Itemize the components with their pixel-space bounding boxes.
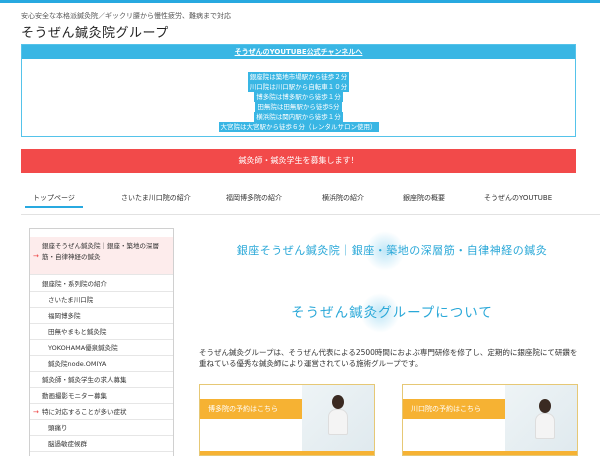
sidebar-item-monitor[interactable]: 動画撮影モニター募集	[30, 389, 173, 404]
staff-photo	[302, 385, 374, 455]
nav-item-yokohama[interactable]: 横浜院の紹介	[322, 188, 364, 208]
kawaguchi-reservation-card[interactable]: 川口院の予約はこちら	[402, 384, 578, 456]
arrow-right-icon: →	[33, 408, 39, 416]
staff-photo	[505, 385, 577, 455]
youtube-channel-link[interactable]: そうぜんのYOUTUBE公式チャンネルへ	[22, 45, 575, 59]
sidebar-item-headache[interactable]: 頭痛り	[30, 421, 173, 436]
recruit-banner[interactable]: 鍼灸師・鍼灸学生を募集します！	[21, 149, 576, 173]
sidebar-item-tanashi[interactable]: 田無やまもと鍼灸院	[30, 325, 173, 340]
site-title[interactable]: そうぜん鍼灸院グループ	[21, 22, 169, 41]
nav-divider	[21, 214, 600, 215]
top-accent-bar	[0, 0, 600, 3]
access-list: 銀座院は築地市場駅から徒歩２分 川口院は川口駅から自転車１０分 博多院は博多駅か…	[22, 69, 575, 132]
sidebar-item-ginza-top[interactable]: → 銀座そうぜん鍼灸院｜銀座・築地の深層筋・自律神経の鍼灸	[30, 237, 173, 275]
sidebar-item-symptoms[interactable]: → 特に対応することが多い症状	[30, 405, 173, 420]
intro-text: そうぜん鍼灸グループは、そうぜん代表による2500時間におよぶ専門研修を修了し、…	[199, 348, 578, 368]
sidebar-menu: → 銀座そうぜん鍼灸院｜銀座・築地の深層筋・自律神経の鍼灸 銀座院・系列院の紹介…	[29, 228, 174, 456]
sidebar-item-yokohama[interactable]: YOKOHAMA優泉鍼灸院	[30, 341, 173, 356]
site-tagline: 安心安全な本格派鍼灸院／ギックリ腰から慢性疲労、難病まで対応	[21, 12, 231, 20]
sidebar-item-label: 特に対応することが多い症状	[42, 408, 127, 416]
sidebar-item-recruit[interactable]: 鍼灸師・鍼灸学生の求人募集	[30, 373, 173, 388]
person-body-shape	[328, 409, 348, 435]
sidebar-item-branches[interactable]: 銀座院・系列院の紹介	[30, 277, 173, 292]
sidebar-item-label: 銀座そうぜん鍼灸院｜銀座・築地の深層筋・自律神経の鍼灸	[42, 242, 159, 261]
access-info-box: そうぜんのYOUTUBE公式チャンネルへ 銀座院は築地市場駅から徒歩２分 川口院…	[21, 44, 576, 137]
sidebar-item-kawaguchi[interactable]: さいたま川口院	[30, 293, 173, 308]
section-heading: そうぜん鍼灸グループについて	[291, 305, 493, 321]
access-item-omiya: 大宮院は大宮駅から徒歩６分（レンタルサロン使用）	[218, 122, 379, 132]
nav-item-top[interactable]: トップページ	[25, 188, 83, 208]
person-head-shape	[539, 399, 551, 413]
hakata-reservation-card[interactable]: 博多院の予約はこちら	[199, 384, 375, 456]
nav-item-kawaguchi[interactable]: さいたま川口院の紹介	[121, 188, 191, 208]
card-bottom-accent	[200, 451, 374, 455]
card-bottom-accent	[403, 451, 577, 455]
person-body-shape	[535, 413, 555, 439]
arrow-right-icon: →	[33, 252, 39, 260]
person-head-shape	[332, 395, 344, 409]
sidebar-item-brain-hypersensitivity[interactable]: 脳過敏症候群	[30, 437, 173, 452]
nav-item-ginza[interactable]: 銀座院の概要	[403, 188, 445, 208]
nav-item-hakata[interactable]: 福岡博多院の紹介	[226, 188, 282, 208]
nav-item-youtube[interactable]: そうぜんのYOUTUBE	[484, 188, 552, 208]
main-nav: トップページ さいたま川口院の紹介 福岡博多院の紹介 横浜院の紹介 銀座院の概要…	[21, 188, 591, 208]
main-heading: 銀座そうぜん鍼灸院｜銀座・築地の深層筋・自律神経の鍼灸	[236, 244, 548, 257]
sidebar-item-hakata[interactable]: 福岡博多院	[30, 309, 173, 324]
sidebar-item-omiya[interactable]: 鍼灸院node.OMIYA	[30, 357, 173, 372]
